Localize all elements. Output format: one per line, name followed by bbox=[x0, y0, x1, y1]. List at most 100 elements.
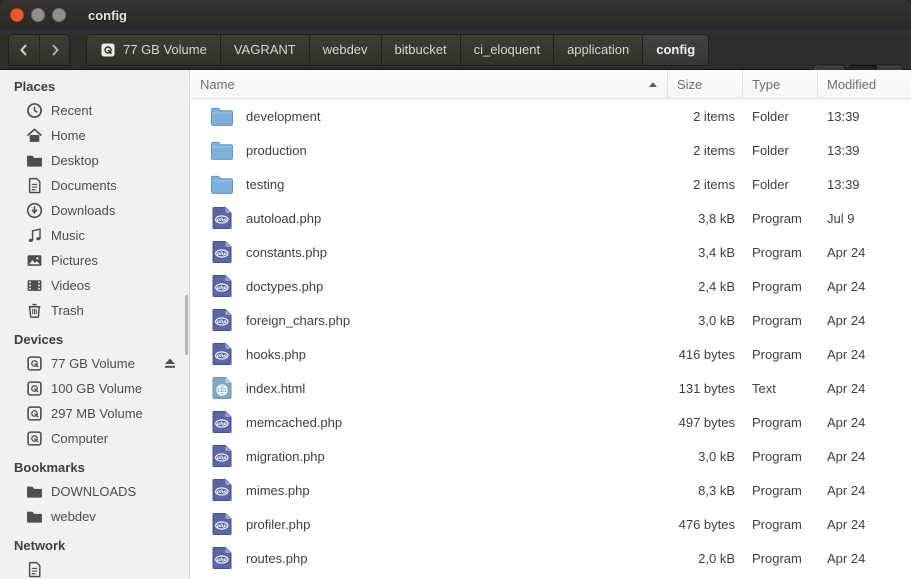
column-header-name[interactable]: Name bbox=[191, 70, 668, 98]
file-modified: 13:39 bbox=[818, 177, 911, 192]
file-modified: Apr 24 bbox=[818, 279, 911, 294]
file-name: autoload.php bbox=[246, 211, 321, 226]
folder-icon bbox=[210, 172, 234, 196]
breadcrumb-label: VAGRANT bbox=[234, 42, 296, 57]
toolbar: 77 GB Volume VAGRANT webdev bitbucket ci… bbox=[0, 30, 911, 70]
sidebar-item-trash[interactable]: Trash bbox=[0, 298, 189, 323]
file-manager-window: config 77 GB Volume VAGRANT webdev bitbu… bbox=[0, 0, 911, 579]
table-row-profiler-php[interactable]: profiler.php 476 bytes Program Apr 24 bbox=[191, 507, 911, 541]
sidebar-item-computer[interactable]: Computer bbox=[0, 426, 189, 451]
breadcrumb-item-vagrant[interactable]: VAGRANT bbox=[221, 34, 310, 66]
sidebar-item-label: webdev bbox=[51, 509, 96, 524]
sidebar-item-home[interactable]: Home bbox=[0, 123, 189, 148]
file-modified: Apr 24 bbox=[818, 313, 911, 328]
minimize-button[interactable] bbox=[31, 8, 45, 22]
drive-icon bbox=[26, 380, 43, 397]
folder-icon bbox=[210, 104, 234, 128]
sidebar-item-desktop[interactable]: Desktop bbox=[0, 148, 189, 173]
table-row-production[interactable]: production 2 items Folder 13:39 bbox=[191, 133, 911, 167]
table-row-development[interactable]: development 2 items Folder 13:39 bbox=[191, 99, 911, 133]
sidebar-section-devices: Devices bbox=[0, 323, 189, 351]
breadcrumb-item-config-current[interactable]: config bbox=[643, 34, 709, 66]
sidebar-item-label: Desktop bbox=[51, 153, 99, 168]
breadcrumb-item-webdev[interactable]: webdev bbox=[310, 34, 382, 66]
file-name: routes.php bbox=[246, 551, 307, 566]
file-type: Folder bbox=[743, 143, 818, 158]
folder-icon bbox=[210, 138, 234, 162]
file-type: Program bbox=[743, 483, 818, 498]
sidebar-item-100gb-volume[interactable]: 100 GB Volume bbox=[0, 376, 189, 401]
sidebar-item-music[interactable]: Music bbox=[0, 223, 189, 248]
table-row-index-html[interactable]: index.html 131 bytes Text Apr 24 bbox=[191, 371, 911, 405]
table-row-partial[interactable] bbox=[191, 575, 911, 579]
column-header-modified[interactable]: Modified bbox=[818, 70, 911, 98]
file-modified: Apr 24 bbox=[818, 245, 911, 260]
breadcrumb-item-bitbucket[interactable]: bitbucket bbox=[382, 34, 461, 66]
sidebar-item-297mb-volume[interactable]: 297 MB Volume bbox=[0, 401, 189, 426]
maximize-button[interactable] bbox=[52, 8, 66, 22]
file-size: 2 items bbox=[668, 177, 743, 192]
file-type: Program bbox=[743, 415, 818, 430]
table-row-routes-php[interactable]: routes.php 2,0 kB Program Apr 24 bbox=[191, 541, 911, 575]
file-size: 3,4 kB bbox=[668, 245, 743, 260]
table-row-migration-php[interactable]: migration.php 3,0 kB Program Apr 24 bbox=[191, 439, 911, 473]
table-row-doctypes-php[interactable]: doctypes.php 2,4 kB Program Apr 24 bbox=[191, 269, 911, 303]
titlebar[interactable]: config bbox=[0, 0, 911, 30]
trash-icon bbox=[26, 302, 43, 319]
back-button[interactable] bbox=[8, 34, 39, 66]
sidebar-item-label: Home bbox=[51, 128, 86, 143]
list-header: Name Size Type Modified bbox=[191, 70, 911, 99]
file-modified: Apr 24 bbox=[818, 347, 911, 362]
sidebar-item-downloads-bookmark[interactable]: DOWNLOADS bbox=[0, 479, 189, 504]
network-icon bbox=[26, 561, 43, 578]
sidebar-item-label: Documents bbox=[51, 178, 117, 193]
file-type: Program bbox=[743, 517, 818, 532]
sidebar-item-documents[interactable]: Documents bbox=[0, 173, 189, 198]
table-row-mimes-php[interactable]: mimes.php 8,3 kB Program Apr 24 bbox=[191, 473, 911, 507]
file-name: migration.php bbox=[246, 449, 325, 464]
file-name: development bbox=[246, 109, 320, 124]
sidebar-item-label: Recent bbox=[51, 103, 92, 118]
sidebar-item-label: Videos bbox=[51, 278, 91, 293]
file-type: Folder bbox=[743, 177, 818, 192]
file-modified: Apr 24 bbox=[818, 381, 911, 396]
sidebar-item-label: Trash bbox=[51, 303, 84, 318]
sidebar-item-downloads[interactable]: Downloads bbox=[0, 198, 189, 223]
php-file-icon bbox=[210, 342, 234, 366]
file-name: index.html bbox=[246, 381, 305, 396]
sidebar-section-places: Places bbox=[0, 70, 189, 98]
table-row-autoload-php[interactable]: autoload.php 3,8 kB Program Jul 9 bbox=[191, 201, 911, 235]
sidebar-item-77gb-volume[interactable]: 77 GB Volume bbox=[0, 351, 189, 376]
file-name: mimes.php bbox=[246, 483, 310, 498]
sidebar-item-label: Music bbox=[51, 228, 85, 243]
sidebar-item-recent[interactable]: Recent bbox=[0, 98, 189, 123]
sidebar-section-network: Network bbox=[0, 529, 189, 557]
column-header-size[interactable]: Size bbox=[668, 70, 743, 98]
php-file-icon bbox=[210, 444, 234, 468]
table-row-constants-php[interactable]: constants.php 3,4 kB Program Apr 24 bbox=[191, 235, 911, 269]
file-size: 416 bytes bbox=[668, 347, 743, 362]
table-row-testing[interactable]: testing 2 items Folder 13:39 bbox=[191, 167, 911, 201]
file-type: Program bbox=[743, 449, 818, 464]
table-row-foreign-chars-php[interactable]: foreign_chars.php 3,0 kB Program Apr 24 bbox=[191, 303, 911, 337]
sidebar-item-webdev-bookmark[interactable]: webdev bbox=[0, 504, 189, 529]
folder-icon bbox=[26, 483, 43, 500]
breadcrumb-item-ci-eloquent[interactable]: ci_eloquent bbox=[461, 34, 555, 66]
file-rows: development 2 items Folder 13:39 product… bbox=[191, 99, 911, 579]
column-label: Type bbox=[752, 77, 780, 92]
forward-button[interactable] bbox=[39, 34, 70, 66]
table-row-hooks-php[interactable]: hooks.php 416 bytes Program Apr 24 bbox=[191, 337, 911, 371]
close-button[interactable] bbox=[10, 8, 24, 22]
eject-icon[interactable] bbox=[162, 355, 178, 371]
sidebar-item-pictures[interactable]: Pictures bbox=[0, 248, 189, 273]
breadcrumb-item-volume[interactable]: 77 GB Volume bbox=[86, 34, 221, 66]
column-header-type[interactable]: Type bbox=[743, 70, 818, 98]
nav-buttons bbox=[8, 34, 70, 66]
sidebar-item-network-partial[interactable] bbox=[0, 557, 189, 579]
sidebar-scrollbar-thumb[interactable] bbox=[185, 295, 188, 355]
breadcrumb-item-application[interactable]: application bbox=[554, 34, 643, 66]
file-type: Text bbox=[743, 381, 818, 396]
sidebar-item-videos[interactable]: Videos bbox=[0, 273, 189, 298]
table-row-memcached-php[interactable]: memcached.php 497 bytes Program Apr 24 bbox=[191, 405, 911, 439]
folder-icon bbox=[26, 152, 43, 169]
